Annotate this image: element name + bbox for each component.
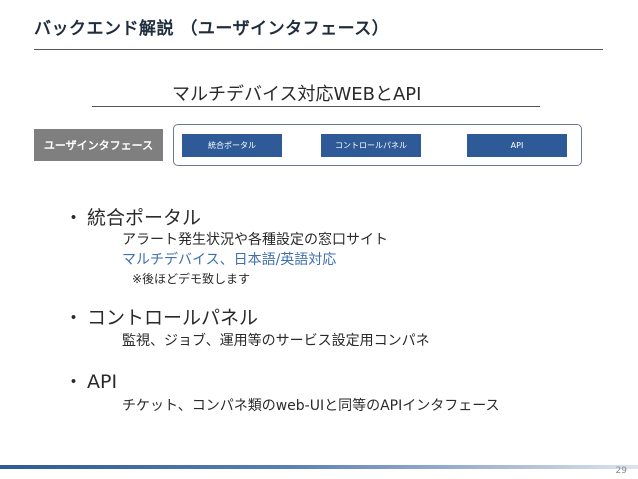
bullet-heading-api: ・ API	[64, 367, 117, 394]
bullet-heading-text: コントロールパネル	[87, 307, 259, 329]
page-number: 29	[615, 466, 627, 476]
bullet-note: ※後ほどデモ致します	[132, 272, 251, 286]
bullet-marker: ・	[64, 371, 84, 393]
subtitle-divider	[92, 106, 540, 107]
bullet-heading-text: 統合ポータル	[87, 207, 202, 229]
slide-title: バックエンド解説 （ユーザインタフェース）	[34, 19, 390, 39]
bullet-heading-portal: ・統合ポータル	[64, 203, 201, 230]
bullet-heading-text: API	[87, 371, 118, 393]
bullet-detail: 監視、ジョブ、運用等のサービス設定用コンパネ	[122, 333, 430, 349]
diagram-box-portal: 統合ポータル	[182, 134, 282, 157]
bullet-detail: アラート発生状況や各種設定の窓口サイト	[122, 232, 388, 248]
diagram-box-api: API	[467, 134, 567, 157]
bullet-heading-control-panel: ・コントロールパネル	[64, 303, 258, 330]
diagram-box-control-panel: コントロールパネル	[321, 134, 421, 157]
bullet-marker: ・	[64, 207, 84, 229]
title-divider	[34, 49, 603, 50]
slide-subtitle: マルチデバイス対応WEBとAPI	[172, 84, 422, 105]
footer-bar	[0, 465, 638, 469]
diagram-label-user-interface: ユーザインタフェース	[34, 129, 163, 161]
bullet-marker: ・	[64, 307, 84, 329]
bullet-detail-highlight: マルチデバイス、日本語/英語対応	[122, 252, 337, 268]
bullet-detail: チケット、コンパネ類のweb-UIと同等のAPIインタフェース	[122, 398, 500, 414]
